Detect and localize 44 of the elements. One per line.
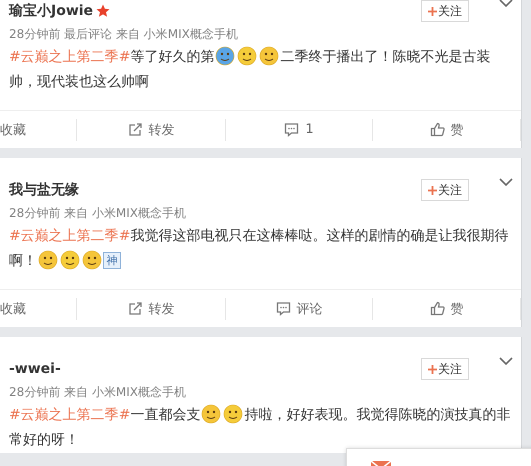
emoji-icon (82, 250, 102, 270)
share-icon (128, 301, 142, 316)
thumbs-up-icon (430, 122, 444, 137)
post-meta: 28分钟前 来自 小米MIX概念手机 (8, 384, 188, 401)
emoji-icon (223, 404, 244, 424)
comment-icon (276, 301, 290, 316)
chevron-down-icon[interactable] (499, 356, 513, 366)
action-link[interactable]: 转发 (77, 298, 226, 320)
hashtag-link[interactable]: #云巅之上第二季# (9, 407, 130, 423)
plus-icon (428, 364, 437, 374)
plus-icon (428, 6, 437, 16)
emoji-icon (215, 46, 236, 66)
author-name[interactable]: 我与盐无缘 (9, 181, 79, 199)
share-icon (128, 122, 142, 137)
post-meta: 28分钟前 最后评论 来自 小米MIX概念手机 (8, 26, 239, 43)
follow-button[interactable]: 关注 (421, 0, 469, 22)
comment-icon (284, 122, 300, 137)
post-text: #云巅之上第二季#等了好久的第 二季终于播出了！陈晓不光是古装帅，现代装也这么帅啊 (9, 45, 512, 95)
hashtag-link[interactable]: #云巅之上第二季# (9, 49, 130, 65)
emoji-icon (201, 404, 222, 424)
post-meta: 28分钟前 来自 小米MIX概念手机 (8, 205, 188, 222)
emoji-tile: 神 (103, 252, 121, 269)
action-link[interactable]: 收藏 (0, 118, 77, 140)
hashtag-link[interactable]: #云巅之上第二季# (9, 228, 130, 244)
action-link[interactable]: 转发 (77, 118, 226, 140)
post-text: #云巅之上第二季#一直都会支 持啦，好好表现。我觉得陈晓的演技真的非常好的呀！ (9, 403, 512, 453)
emoji-icon (38, 250, 58, 270)
thumbs-up-icon (430, 301, 444, 316)
post-text: #云巅之上第二季#我觉得这部电视只在这棒棒哒。这样的剧情的确是让我很期待啊！ 神 (9, 227, 510, 272)
follow-button[interactable]: 关注 (421, 179, 469, 201)
action-link[interactable]: 赞 (373, 118, 521, 140)
follow-button[interactable]: 关注 (421, 358, 469, 380)
chevron-down-icon[interactable] (499, 177, 513, 187)
action-link[interactable]: 收藏 (0, 298, 77, 320)
action-link[interactable]: 赞 (373, 298, 521, 320)
author-name[interactable]: -wwei- (9, 361, 61, 377)
plus-icon (428, 186, 437, 194)
chevron-down-icon[interactable] (499, 0, 513, 8)
emoji-icon (60, 250, 80, 270)
action-link[interactable]: 1 (226, 118, 373, 140)
emoji-icon (259, 46, 280, 66)
action-link[interactable]: 评论 (226, 298, 373, 320)
author-name[interactable]: 瑜宝小Jowie (9, 2, 94, 20)
emoji-icon (237, 46, 258, 66)
